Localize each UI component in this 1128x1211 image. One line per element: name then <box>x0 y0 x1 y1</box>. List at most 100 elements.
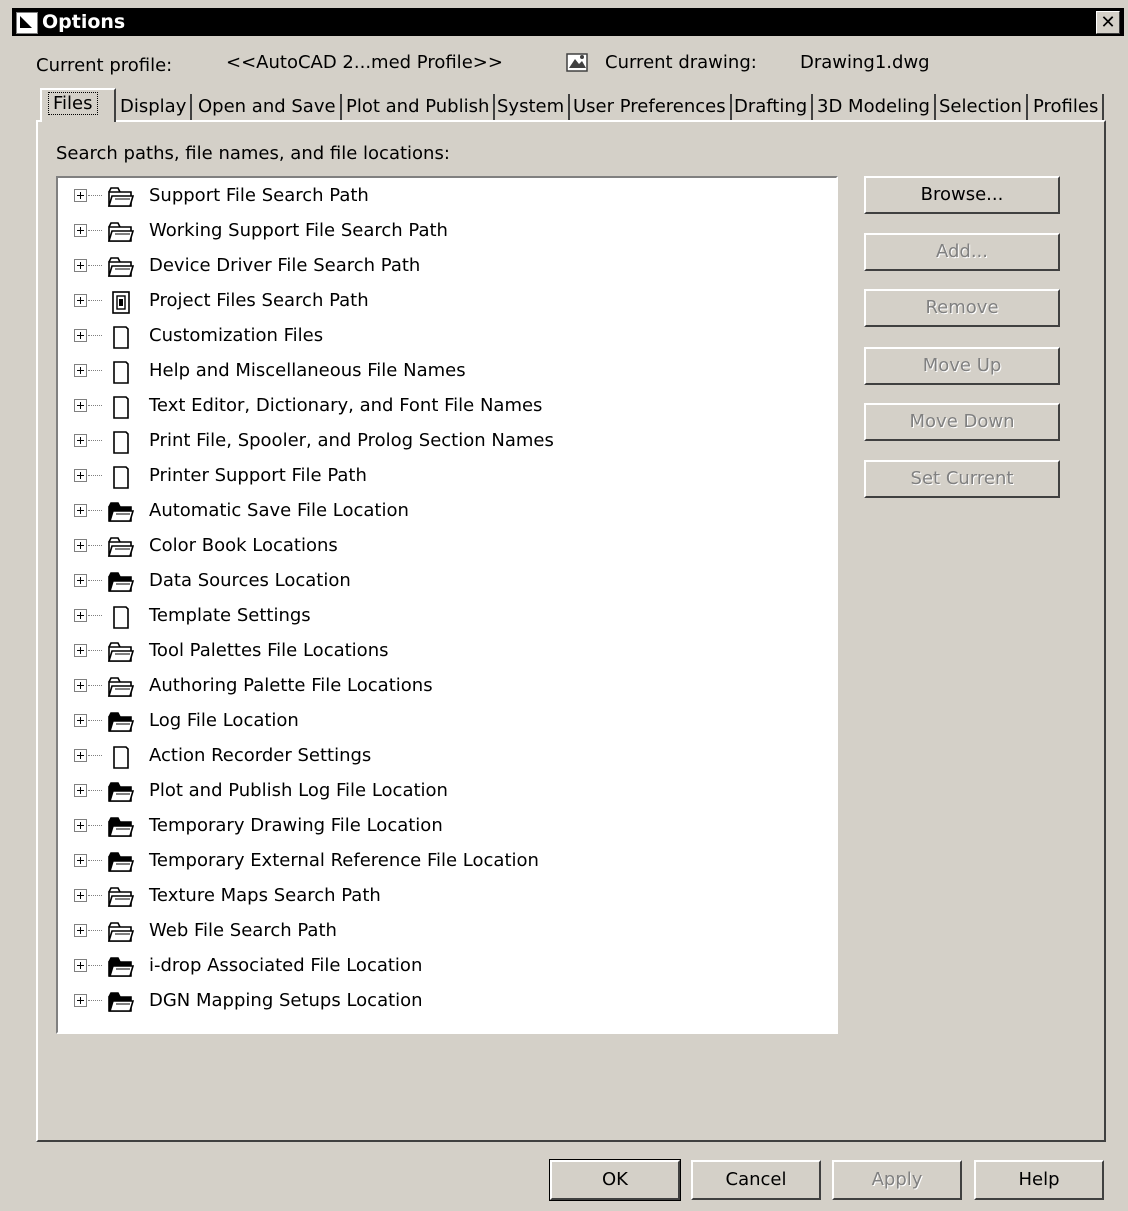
tree-item[interactable]: Web File Search Path <box>58 915 828 950</box>
tree-item[interactable]: Texture Maps Search Path <box>58 880 828 915</box>
apply-button[interactable]: Apply <box>832 1160 962 1200</box>
move-up-button[interactable]: Move Up <box>864 347 1060 385</box>
expand-plus-icon[interactable] <box>74 749 87 762</box>
expand-plus-icon[interactable] <box>74 224 87 237</box>
tree-item-label: Web File Search Path <box>149 920 337 941</box>
expand-plus-icon[interactable] <box>74 259 87 272</box>
tree-item-label: Data Sources Location <box>149 570 351 591</box>
close-button[interactable]: ✕ <box>1096 11 1120 34</box>
file-locations-tree[interactable]: Support File Search Path Working Support … <box>56 176 838 1034</box>
expand-plus-icon[interactable] <box>74 294 87 307</box>
help-button[interactable]: Help <box>974 1160 1104 1200</box>
expand-plus-icon[interactable] <box>74 889 87 902</box>
tree-item[interactable]: Device Driver File Search Path <box>58 250 828 285</box>
tree-item[interactable]: Temporary External Reference File Locati… <box>58 845 828 880</box>
tree-item[interactable]: Authoring Palette File Locations <box>58 670 828 705</box>
expand-plus-icon[interactable] <box>74 364 87 377</box>
folder-icon <box>106 534 136 560</box>
tree-item-label: i-drop Associated File Location <box>149 955 423 976</box>
expand-plus-icon[interactable] <box>74 959 87 972</box>
tree-item[interactable]: Print File, Spooler, and Prolog Section … <box>58 425 828 460</box>
folder-icon <box>106 639 136 665</box>
tree-connector <box>88 545 102 546</box>
folder-dark-icon <box>106 569 136 595</box>
expand-plus-icon[interactable] <box>74 784 87 797</box>
expand-plus-icon[interactable] <box>74 819 87 832</box>
tree-item[interactable]: Working Support File Search Path <box>58 215 828 250</box>
tab-drafting[interactable]: Drafting <box>730 94 814 120</box>
tree-item[interactable]: Log File Location <box>58 705 828 740</box>
tree-item[interactable]: Plot and Publish Log File Location <box>58 775 828 810</box>
move-down-button[interactable]: Move Down <box>864 403 1060 441</box>
tree-item[interactable]: Help and Miscellaneous File Names <box>58 355 828 390</box>
tab-selection[interactable]: Selection <box>935 94 1028 120</box>
expand-plus-icon[interactable] <box>74 714 87 727</box>
current-profile-value: <<AutoCAD 2...med Profile>> <box>226 52 503 73</box>
add-button[interactable]: Add... <box>864 233 1060 271</box>
expand-plus-icon[interactable] <box>74 469 87 482</box>
tree-item-label: Action Recorder Settings <box>149 745 372 766</box>
expand-plus-icon[interactable] <box>74 329 87 342</box>
tree-item-label: Authoring Palette File Locations <box>149 675 433 696</box>
app-icon <box>16 12 38 34</box>
file-icon <box>106 429 136 455</box>
tree-item[interactable]: Action Recorder Settings <box>58 740 828 775</box>
cancel-button[interactable]: Cancel <box>691 1160 821 1200</box>
expand-plus-icon[interactable] <box>74 644 87 657</box>
tree-item[interactable]: Tool Palettes File Locations <box>58 635 828 670</box>
tab-user-preferences[interactable]: User Preferences <box>569 94 732 120</box>
tree-connector <box>88 1000 102 1001</box>
current-profile-label: Current profile: <box>36 55 173 76</box>
tree-item[interactable]: Data Sources Location <box>58 565 828 600</box>
browse-button[interactable]: Browse... <box>864 176 1060 214</box>
tree-connector <box>88 720 102 721</box>
expand-plus-icon[interactable] <box>74 679 87 692</box>
expand-plus-icon[interactable] <box>74 854 87 867</box>
folder-dark-icon <box>106 954 136 980</box>
tree-item[interactable]: Text Editor, Dictionary, and Font File N… <box>58 390 828 425</box>
tree-item-label: Print File, Spooler, and Prolog Section … <box>149 430 554 451</box>
folder-dark-icon <box>106 989 136 1015</box>
expand-plus-icon[interactable] <box>74 189 87 202</box>
expand-plus-icon[interactable] <box>74 994 87 1007</box>
tree-item[interactable]: Customization Files <box>58 320 828 355</box>
expand-plus-icon[interactable] <box>74 504 87 517</box>
tree-item-label: Help and Miscellaneous File Names <box>149 360 466 381</box>
tab-system[interactable]: System <box>493 94 571 120</box>
set-current-button[interactable]: Set Current <box>864 460 1060 498</box>
tree-item[interactable]: Support File Search Path <box>58 180 828 215</box>
tree-connector <box>88 790 102 791</box>
tab-display[interactable]: Display <box>116 94 193 120</box>
expand-plus-icon[interactable] <box>74 539 87 552</box>
tab-strip: Files Display Open and Save Plot and Pub… <box>36 88 1106 122</box>
tab-open-and-save[interactable]: Open and Save <box>194 94 342 120</box>
ok-button[interactable]: OK <box>549 1159 681 1201</box>
expand-plus-icon[interactable] <box>74 434 87 447</box>
tree-item[interactable]: Color Book Locations <box>58 530 828 565</box>
tab-profiles[interactable]: Profiles <box>1029 94 1105 120</box>
tab-plot-and-publish[interactable]: Plot and Publish <box>342 94 496 120</box>
tab-files[interactable]: Files <box>40 88 116 122</box>
tree-item[interactable]: Project Files Search Path <box>58 285 828 320</box>
expand-plus-icon[interactable] <box>74 609 87 622</box>
tab-3d-modeling[interactable]: 3D Modeling <box>813 94 936 120</box>
tree-item[interactable]: Printer Support File Path <box>58 460 828 495</box>
search-paths-label: Search paths, file names, and file locat… <box>56 143 450 164</box>
tree-connector <box>88 650 102 651</box>
tree-item[interactable]: Template Settings <box>58 600 828 635</box>
tree-item[interactable]: DGN Mapping Setups Location <box>58 985 828 1020</box>
remove-button[interactable]: Remove <box>864 289 1060 327</box>
tree-item-label: Log File Location <box>149 710 299 731</box>
tree-item-label: Working Support File Search Path <box>149 220 448 241</box>
expand-plus-icon[interactable] <box>74 574 87 587</box>
tree-item-label: Printer Support File Path <box>149 465 367 486</box>
tab-files-label: Files <box>48 92 98 115</box>
tree-item[interactable]: i-drop Associated File Location <box>58 950 828 985</box>
expand-plus-icon[interactable] <box>74 399 87 412</box>
folder-dark-icon <box>106 499 136 525</box>
expand-plus-icon[interactable] <box>74 924 87 937</box>
tree-item[interactable]: Temporary Drawing File Location <box>58 810 828 845</box>
folder-dark-icon <box>106 779 136 805</box>
tree-item[interactable]: Automatic Save File Location <box>58 495 828 530</box>
tree-item-label: Color Book Locations <box>149 535 338 556</box>
